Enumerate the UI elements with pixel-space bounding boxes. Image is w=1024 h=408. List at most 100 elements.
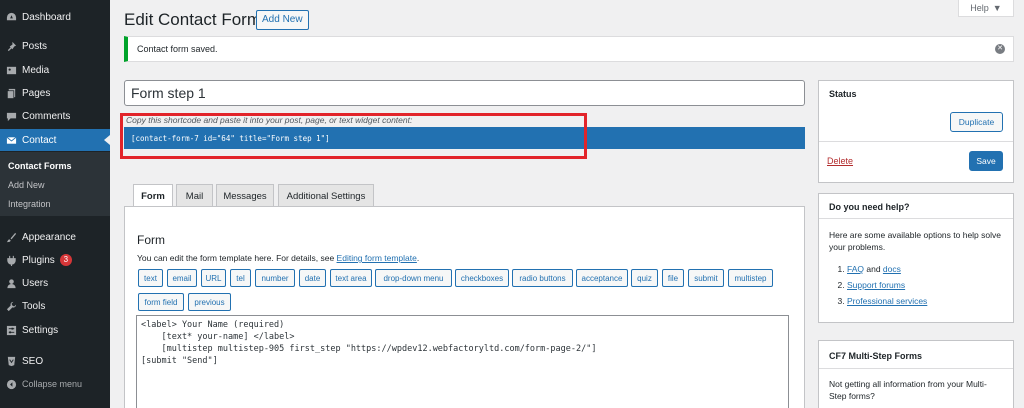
menu-label: SEO <box>22 355 44 367</box>
menu-contact[interactable]: Contact <box>0 129 110 151</box>
tag-button-form-field[interactable]: form field <box>138 293 184 311</box>
save-button[interactable]: Save <box>969 151 1003 171</box>
desc-text: You can edit the form template here. For… <box>137 253 337 263</box>
tag-button-submit[interactable]: submit <box>688 269 724 287</box>
menu-settings[interactable]: Settings <box>0 319 110 341</box>
help-title: Do you need help? <box>829 202 910 212</box>
status-title: Status <box>829 89 857 99</box>
tag-button-url[interactable]: URL <box>201 269 226 287</box>
dismiss-icon[interactable]: ✕ <box>995 44 1005 54</box>
menu-seo[interactable]: SEO <box>0 350 110 372</box>
tag-button-date[interactable]: date <box>299 269 326 287</box>
panel-description: You can edit the form template here. For… <box>137 253 419 263</box>
brush-icon <box>0 232 22 243</box>
cf7-text: Not getting all information from your Mu… <box>829 379 987 401</box>
menu-label: Settings <box>22 324 59 336</box>
pages-icon <box>0 88 22 99</box>
menu-users[interactable]: Users <box>0 272 110 294</box>
code-line: <label> Your Name (required) <box>141 320 285 330</box>
menu-label: Appearance <box>22 231 76 243</box>
menu-plugins[interactable]: Plugins 3 <box>0 249 110 271</box>
caret-down-icon: ▼ <box>992 3 1002 13</box>
add-new-button[interactable]: Add New <box>256 10 309 30</box>
professional-services-link[interactable]: Professional services <box>847 296 927 306</box>
help-box: Do you need help? Here are some availabl… <box>818 193 1014 323</box>
tag-button-quiz[interactable]: quiz <box>631 269 658 287</box>
mail-icon <box>0 135 22 146</box>
and-text: and <box>864 264 883 274</box>
users-icon <box>0 278 22 289</box>
faq-link[interactable]: FAQ <box>847 264 864 274</box>
menu-comments[interactable]: Comments <box>0 105 110 127</box>
menu-tools[interactable]: Tools <box>0 295 110 317</box>
tab-messages[interactable]: Messages <box>216 184 274 207</box>
collapse-icon <box>0 379 22 390</box>
menu-label: Users <box>22 277 49 289</box>
editing-form-template-link[interactable]: Editing form template <box>337 253 417 263</box>
menu-posts[interactable]: Posts <box>0 35 110 57</box>
plugin-icon <box>0 255 22 266</box>
status-box: Status Duplicate Delete Save <box>818 80 1014 183</box>
menu-label: Media <box>22 64 50 76</box>
panel-title: Form <box>137 233 165 247</box>
help-list: FAQ and docs Support forums Professional… <box>847 261 927 309</box>
docs-link[interactable]: docs <box>883 264 901 274</box>
help-item-services: Professional services <box>847 293 927 309</box>
tag-button-checkboxes[interactable]: checkboxes <box>455 269 509 287</box>
tag-button-email[interactable]: email <box>167 269 197 287</box>
success-notice: Contact form saved. ✕ <box>124 36 1014 62</box>
menu-media[interactable]: Media <box>0 59 110 81</box>
menu-label: Pages <box>22 87 51 99</box>
seo-icon <box>0 356 22 367</box>
tag-button-tel[interactable]: tel <box>230 269 251 287</box>
code-line: [multistep multistep-905 first_step "htt… <box>141 344 597 354</box>
plugins-update-badge: 3 <box>59 254 72 266</box>
form-editor-panel: Form You can edit the form template here… <box>124 206 805 408</box>
tag-button-file[interactable]: file <box>662 269 684 287</box>
form-template-textarea[interactable]: <label> Your Name (required) [text* your… <box>136 315 789 408</box>
submenu-add-new[interactable]: Add New <box>8 180 45 190</box>
tab-additional-settings[interactable]: Additional Settings <box>278 184 374 207</box>
delete-link[interactable]: Delete <box>827 156 853 166</box>
submenu-contact-forms[interactable]: Contact Forms <box>8 161 72 171</box>
separator <box>819 141 1013 142</box>
collapse-menu-button[interactable]: Collapse menu <box>0 373 110 395</box>
tag-button-acceptance[interactable]: acceptance <box>576 269 628 287</box>
desc-suffix: . <box>416 253 420 263</box>
tag-button-multistep[interactable]: multistep <box>728 269 773 287</box>
help-label: Help <box>970 3 989 13</box>
page-title: Edit Contact Form <box>124 10 261 29</box>
menu-label: Dashboard <box>22 11 71 23</box>
menu-pages[interactable]: Pages <box>0 82 110 104</box>
form-title-input[interactable]: Form step 1 <box>124 80 805 106</box>
highlight-annotation <box>120 113 587 159</box>
code-line: [submit "Send"] <box>141 356 218 366</box>
tag-button-previous[interactable]: previous <box>188 293 231 311</box>
duplicate-button[interactable]: Duplicate <box>950 112 1003 132</box>
submenu-integration[interactable]: Integration <box>8 199 51 209</box>
tag-button-drop-down-menu[interactable]: drop-down menu <box>375 269 452 287</box>
admin-sidebar: Dashboard Posts Media Pages Comments Con… <box>0 0 110 408</box>
help-item-faq: FAQ and docs <box>847 261 927 277</box>
support-forums-link[interactable]: Support forums <box>847 280 905 290</box>
tab-form[interactable]: Form <box>133 184 173 208</box>
comments-icon <box>0 111 22 122</box>
dashboard-icon <box>0 12 22 23</box>
menu-dashboard[interactable]: Dashboard <box>0 6 110 28</box>
help-tab-button[interactable]: Help ▼ <box>958 0 1014 17</box>
menu-appearance[interactable]: Appearance <box>0 226 110 248</box>
tag-button-text-area[interactable]: text area <box>330 269 372 287</box>
menu-label: Plugins <box>22 254 55 266</box>
menu-label: Collapse menu <box>22 379 83 389</box>
tag-button-radio-buttons[interactable]: radio buttons <box>512 269 573 287</box>
help-text: Here are some available options to help … <box>829 230 1001 252</box>
separator <box>819 368 1013 369</box>
notice-text: Contact form saved. <box>137 44 218 54</box>
menu-label: Contact <box>22 134 57 146</box>
tag-button-text[interactable]: text <box>138 269 163 287</box>
cf7-title: CF7 Multi-Step Forms <box>829 351 923 361</box>
tab-mail[interactable]: Mail <box>176 184 213 207</box>
contact-submenu: Contact Forms Add New Integration <box>0 152 110 216</box>
media-icon <box>0 65 22 76</box>
tag-button-number[interactable]: number <box>255 269 295 287</box>
